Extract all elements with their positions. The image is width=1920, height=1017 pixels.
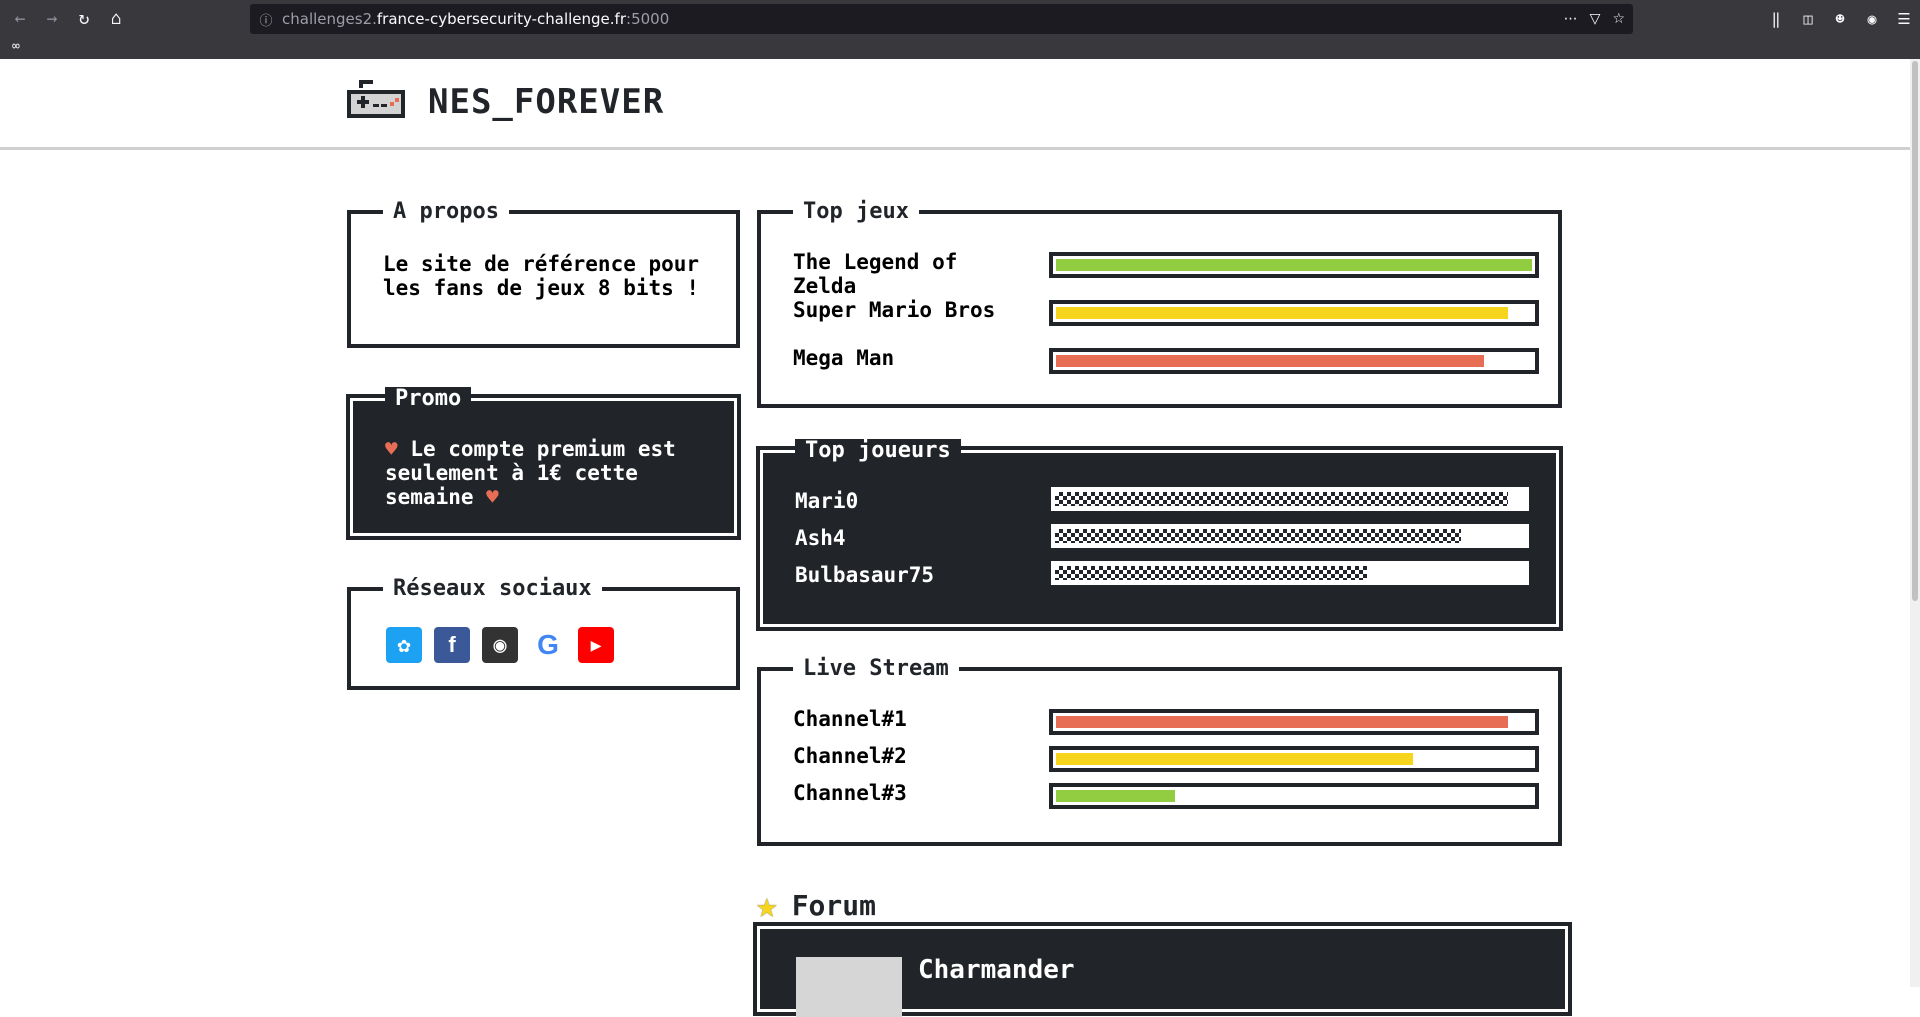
reload-icon[interactable]: ↻ [68,3,100,35]
google-icon[interactable]: G [530,627,566,663]
player-row: Mari0 [795,487,1555,519]
stream-progress [1049,709,1539,735]
scrollbar-thumb[interactable] [1912,61,1918,601]
game-label: The Legend of Zelda [793,250,958,298]
sidebar-icon[interactable]: ◫ [1792,10,1824,28]
stream-progress [1049,783,1539,809]
top-games-box: Top jeux The Legend of Zelda Super Mario… [757,200,1562,408]
top-players-box: Top joueurs Mari0 Ash4 Bulbasaur75 [756,439,1563,631]
forward-icon[interactable]: → [36,3,68,35]
game-progress [1049,252,1539,278]
stream-progress [1049,746,1539,772]
player-label: Ash4 [795,526,846,550]
player-row: Bulbasaur75 [795,561,1555,593]
player-progress [1051,524,1529,548]
toolbar-right: ‖ ◫ ☻ ◉ ☰ [1760,0,1920,37]
page-scrollbar[interactable] [1910,59,1920,987]
progress-fill [1056,355,1484,367]
forum-username: Charmander [918,955,1075,985]
progress-fill [1055,566,1367,580]
home-icon[interactable]: ⌂ [100,3,132,35]
forum-post: Charmander [753,922,1572,1017]
site-header [0,59,1910,150]
player-label: Mari0 [795,489,859,513]
bookmarks-bar: ∞ [0,37,1920,59]
star-icon: ★ [756,885,778,926]
menu-icon[interactable]: ☰ [1888,10,1920,28]
pocket-icon[interactable]: ▽ [1590,11,1601,27]
player-label: Bulbasaur75 [795,563,935,587]
stream-row: Channel#1 [793,707,1553,737]
browser-chrome: ← → ↻ ⌂ ⓘ challenges2. france-cybersecuri… [0,0,1920,59]
about-box: A propos Le site de référence pour les f… [347,200,740,348]
url-subdomain: challenges2. [282,10,377,28]
progress-fill [1056,753,1413,765]
back-icon[interactable]: ← [4,3,36,35]
top-players-legend: Top joueurs [795,439,961,463]
progress-fill [1055,529,1461,543]
promo-text: ♥ Le compte premium est seulement à 1€ c… [385,437,715,509]
promo-message: Le compte premium est seulement à 1€ cet… [385,437,676,509]
library-icon[interactable]: ‖ [1760,10,1792,28]
about-legend: A propos [383,200,509,224]
stream-label[interactable]: Channel#3 [793,781,1033,805]
game-label: Super Mario Bros [793,298,996,322]
game-row: The Legend of Zelda [793,250,1553,298]
stream-label[interactable]: Channel#2 [793,744,1033,768]
social-legend: Réseaux sociaux [383,577,602,601]
progress-fill [1055,492,1508,506]
account-icon[interactable]: ☻ [1824,10,1856,28]
player-progress [1051,487,1529,511]
globe-icon[interactable]: ◉ [1856,10,1888,28]
url-domain: france-cybersecurity-challenge.fr [376,10,627,28]
gamepad-icon [347,80,405,118]
site-title[interactable]: NES_FOREVER [428,82,664,122]
social-icons: ✿ f ◉ G ▶ [386,627,614,663]
game-row: Mega Man [793,346,1553,376]
about-text: Le site de référence pour les fans de je… [383,252,700,300]
url-bar[interactable]: ⓘ challenges2. france-cybersecurity-chall… [250,4,1633,34]
stream-row: Channel#2 [793,744,1553,774]
forum-title: Forum [791,889,876,922]
live-stream-box: Live Stream Channel#1 Channel#2 Channel#… [757,657,1562,846]
site-info-icon[interactable]: ⓘ [250,10,282,29]
promo-box: Promo ♥ Le compte premium est seulement … [346,387,741,540]
game-progress [1049,300,1539,326]
player-row: Ash4 [795,524,1555,556]
stream-row: Channel#3 [793,781,1553,811]
url-port: :5000 [626,10,670,28]
stream-label[interactable]: Channel#1 [793,707,1033,731]
progress-fill [1056,259,1532,271]
page-actions-icon[interactable]: ⋯ [1564,11,1578,27]
game-label: Mega Man [793,346,895,370]
progress-fill [1056,307,1508,319]
youtube-icon[interactable]: ▶ [578,627,614,663]
facebook-icon[interactable]: f [434,627,470,663]
live-stream-legend: Live Stream [793,657,959,681]
mask-icon[interactable]: ∞ [12,39,20,54]
github-icon[interactable]: ◉ [482,627,518,663]
avatar [796,957,902,1017]
top-games-legend: Top jeux [793,200,919,224]
heart-icon: ♥ [486,485,499,509]
twitter-icon[interactable]: ✿ [386,627,422,663]
heart-icon: ♥ [385,437,398,461]
progress-fill [1056,790,1175,802]
game-progress [1049,348,1539,374]
social-box: Réseaux sociaux ✿ f ◉ G ▶ [347,577,740,690]
player-progress [1051,561,1529,585]
bookmark-star-icon[interactable]: ☆ [1612,11,1625,27]
nav-buttons: ← → ↻ ⌂ [4,0,132,37]
progress-fill [1056,716,1508,728]
game-row: Super Mario Bros [793,298,1553,328]
forum-heading: ★ Forum [756,885,876,926]
promo-legend: Promo [385,387,472,411]
